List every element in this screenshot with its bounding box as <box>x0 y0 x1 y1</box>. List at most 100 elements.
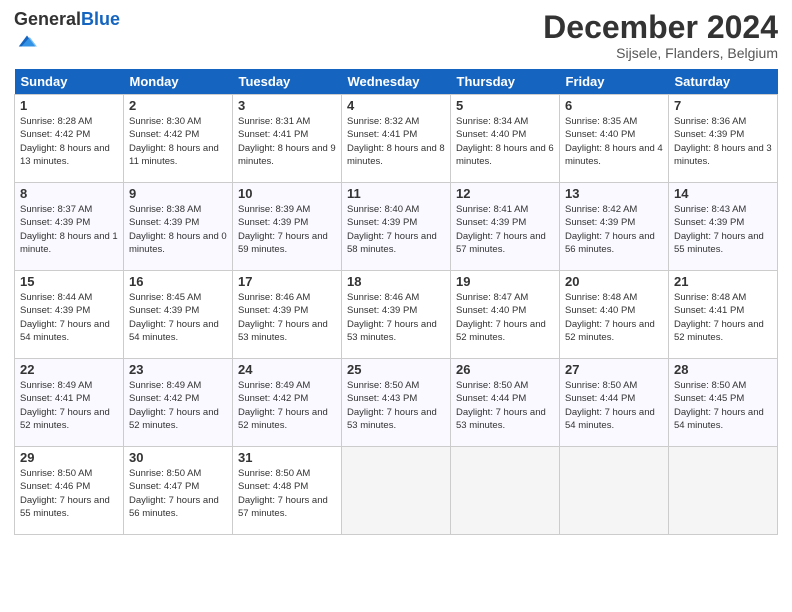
calendar-cell: 5Sunrise: 8:34 AMSunset: 4:40 PMDaylight… <box>451 95 560 183</box>
day-info: Sunrise: 8:39 AMSunset: 4:39 PMDaylight:… <box>238 203 336 256</box>
calendar-week-2: 8 Sunrise: 8:37 AMSunset: 4:39 PMDaylight… <box>15 183 778 271</box>
calendar-cell: 10 Sunrise: 8:39 AMSunset: 4:39 PMDayligh… <box>233 183 342 271</box>
calendar-cell: 6Sunrise: 8:35 AMSunset: 4:40 PMDaylight… <box>560 95 669 183</box>
calendar-cell: 17 Sunrise: 8:46 AMSunset: 4:39 PMDayligh… <box>233 271 342 359</box>
day-number: 12 <box>456 186 554 201</box>
day-info: Sunrise: 8:47 AMSunset: 4:40 PMDaylight:… <box>456 291 554 344</box>
calendar-cell: 16Sunrise: 8:45 AMSunset: 4:39 PMDayligh… <box>124 271 233 359</box>
calendar-body: 1 Sunrise: 8:28 AMSunset: 4:42 PMDaylight… <box>15 95 778 535</box>
location: Sijsele, Flanders, Belgium <box>543 45 778 61</box>
day-info: Sunrise: 8:40 AMSunset: 4:39 PMDaylight:… <box>347 203 445 256</box>
weekday-header-friday: Friday <box>560 69 669 95</box>
day-number: 28 <box>674 362 772 377</box>
calendar-cell: 20 Sunrise: 8:48 AMSunset: 4:40 PMDayligh… <box>560 271 669 359</box>
day-number: 1 <box>20 98 118 113</box>
day-number: 21 <box>674 274 772 289</box>
calendar-cell: 27 Sunrise: 8:50 AMSunset: 4:44 PMDayligh… <box>560 359 669 447</box>
day-info: Sunrise: 8:37 AMSunset: 4:39 PMDaylight:… <box>20 203 118 256</box>
day-info: Sunrise: 8:31 AMSunset: 4:41 PMDaylight:… <box>238 115 336 168</box>
day-number: 9 <box>129 186 227 201</box>
weekday-header-sunday: Sunday <box>15 69 124 95</box>
calendar-cell: 12 Sunrise: 8:41 AMSunset: 4:39 PMDayligh… <box>451 183 560 271</box>
day-number: 20 <box>565 274 663 289</box>
calendar-table: SundayMondayTuesdayWednesdayThursdayFrid… <box>14 69 778 535</box>
calendar-cell: 28 Sunrise: 8:50 AMSunset: 4:45 PMDayligh… <box>669 359 778 447</box>
page-header: GeneralBlue December 2024 Sijsele, Fland… <box>14 10 778 61</box>
calendar-cell: 2Sunrise: 8:30 AMSunset: 4:42 PMDaylight… <box>124 95 233 183</box>
calendar-cell: 25 Sunrise: 8:50 AMSunset: 4:43 PMDayligh… <box>342 359 451 447</box>
day-info: Sunrise: 8:35 AMSunset: 4:40 PMDaylight:… <box>565 115 663 168</box>
day-number: 17 <box>238 274 336 289</box>
day-info: Sunrise: 8:43 AMSunset: 4:39 PMDaylight:… <box>674 203 772 256</box>
day-info: Sunrise: 8:46 AMSunset: 4:39 PMDaylight:… <box>238 291 336 344</box>
day-number: 8 <box>20 186 118 201</box>
title-area: December 2024 Sijsele, Flanders, Belgium <box>543 10 778 61</box>
day-info: Sunrise: 8:28 AMSunset: 4:42 PMDaylight:… <box>20 115 118 168</box>
calendar-header: SundayMondayTuesdayWednesdayThursdayFrid… <box>15 69 778 95</box>
day-number: 31 <box>238 450 336 465</box>
day-info: Sunrise: 8:50 AMSunset: 4:48 PMDaylight:… <box>238 467 336 520</box>
calendar-cell: 23 Sunrise: 8:49 AMSunset: 4:42 PMDayligh… <box>124 359 233 447</box>
calendar-cell <box>451 447 560 535</box>
day-number: 27 <box>565 362 663 377</box>
day-info: Sunrise: 8:50 AMSunset: 4:43 PMDaylight:… <box>347 379 445 432</box>
day-number: 10 <box>238 186 336 201</box>
day-number: 30 <box>129 450 227 465</box>
day-info: Sunrise: 8:49 AMSunset: 4:42 PMDaylight:… <box>238 379 336 432</box>
weekday-header-saturday: Saturday <box>669 69 778 95</box>
weekday-header-wednesday: Wednesday <box>342 69 451 95</box>
logo-icon <box>16 30 38 52</box>
day-info: Sunrise: 8:32 AMSunset: 4:41 PMDaylight:… <box>347 115 445 168</box>
day-info: Sunrise: 8:49 AMSunset: 4:41 PMDaylight:… <box>20 379 118 432</box>
calendar-cell: 15Sunrise: 8:44 AMSunset: 4:39 PMDayligh… <box>15 271 124 359</box>
calendar-cell: 4Sunrise: 8:32 AMSunset: 4:41 PMDaylight… <box>342 95 451 183</box>
day-number: 7 <box>674 98 772 113</box>
day-info: Sunrise: 8:41 AMSunset: 4:39 PMDaylight:… <box>456 203 554 256</box>
logo-text: GeneralBlue <box>14 10 120 30</box>
day-info: Sunrise: 8:38 AMSunset: 4:39 PMDaylight:… <box>129 203 227 256</box>
calendar-cell: 9 Sunrise: 8:38 AMSunset: 4:39 PMDaylight… <box>124 183 233 271</box>
logo: GeneralBlue <box>14 10 120 57</box>
calendar-cell: 19 Sunrise: 8:47 AMSunset: 4:40 PMDayligh… <box>451 271 560 359</box>
day-info: Sunrise: 8:50 AMSunset: 4:44 PMDaylight:… <box>565 379 663 432</box>
day-number: 18 <box>347 274 445 289</box>
calendar-week-1: 1 Sunrise: 8:28 AMSunset: 4:42 PMDaylight… <box>15 95 778 183</box>
page-container: GeneralBlue December 2024 Sijsele, Fland… <box>0 0 792 545</box>
calendar-week-3: 15Sunrise: 8:44 AMSunset: 4:39 PMDayligh… <box>15 271 778 359</box>
logo-blue: Blue <box>81 9 120 29</box>
calendar-cell: 14 Sunrise: 8:43 AMSunset: 4:39 PMDayligh… <box>669 183 778 271</box>
day-info: Sunrise: 8:45 AMSunset: 4:39 PMDaylight:… <box>129 291 227 344</box>
logo-general: General <box>14 9 81 29</box>
day-info: Sunrise: 8:49 AMSunset: 4:42 PMDaylight:… <box>129 379 227 432</box>
day-number: 24 <box>238 362 336 377</box>
calendar-cell: 7Sunrise: 8:36 AMSunset: 4:39 PMDaylight… <box>669 95 778 183</box>
day-number: 3 <box>238 98 336 113</box>
day-number: 19 <box>456 274 554 289</box>
calendar-week-4: 22 Sunrise: 8:49 AMSunset: 4:41 PMDayligh… <box>15 359 778 447</box>
day-info: Sunrise: 8:48 AMSunset: 4:40 PMDaylight:… <box>565 291 663 344</box>
calendar-cell: 24 Sunrise: 8:49 AMSunset: 4:42 PMDayligh… <box>233 359 342 447</box>
calendar-cell <box>560 447 669 535</box>
calendar-cell: 11 Sunrise: 8:40 AMSunset: 4:39 PMDayligh… <box>342 183 451 271</box>
day-info: Sunrise: 8:46 AMSunset: 4:39 PMDaylight:… <box>347 291 445 344</box>
day-number: 25 <box>347 362 445 377</box>
calendar-cell: 29Sunrise: 8:50 AMSunset: 4:46 PMDayligh… <box>15 447 124 535</box>
day-info: Sunrise: 8:50 AMSunset: 4:46 PMDaylight:… <box>20 467 118 520</box>
calendar-cell: 31 Sunrise: 8:50 AMSunset: 4:48 PMDayligh… <box>233 447 342 535</box>
calendar-cell: 22 Sunrise: 8:49 AMSunset: 4:41 PMDayligh… <box>15 359 124 447</box>
day-number: 11 <box>347 186 445 201</box>
day-number: 23 <box>129 362 227 377</box>
day-info: Sunrise: 8:50 AMSunset: 4:45 PMDaylight:… <box>674 379 772 432</box>
day-number: 26 <box>456 362 554 377</box>
weekday-header-row: SundayMondayTuesdayWednesdayThursdayFrid… <box>15 69 778 95</box>
calendar-cell <box>669 447 778 535</box>
day-info: Sunrise: 8:44 AMSunset: 4:39 PMDaylight:… <box>20 291 118 344</box>
day-number: 22 <box>20 362 118 377</box>
day-info: Sunrise: 8:42 AMSunset: 4:39 PMDaylight:… <box>565 203 663 256</box>
calendar-week-5: 29Sunrise: 8:50 AMSunset: 4:46 PMDayligh… <box>15 447 778 535</box>
day-info: Sunrise: 8:48 AMSunset: 4:41 PMDaylight:… <box>674 291 772 344</box>
day-info: Sunrise: 8:50 AMSunset: 4:44 PMDaylight:… <box>456 379 554 432</box>
calendar-cell: 26 Sunrise: 8:50 AMSunset: 4:44 PMDayligh… <box>451 359 560 447</box>
day-number: 14 <box>674 186 772 201</box>
calendar-cell: 8 Sunrise: 8:37 AMSunset: 4:39 PMDaylight… <box>15 183 124 271</box>
